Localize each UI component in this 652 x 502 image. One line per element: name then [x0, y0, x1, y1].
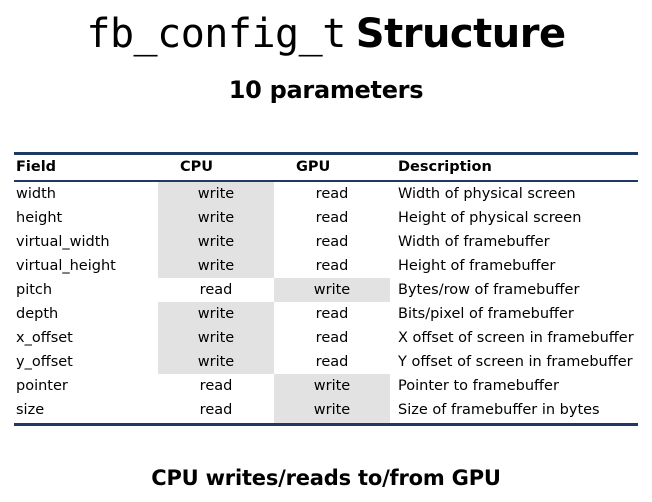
cell-gpu: write: [274, 374, 390, 398]
cell-cpu: write: [158, 254, 274, 278]
cell-gpu: read: [315, 330, 349, 346]
cell-field: pointer: [16, 378, 68, 394]
column-header-gpu: GPU: [274, 152, 390, 182]
cell-field: height: [16, 210, 63, 226]
column-header-cpu: CPU: [158, 152, 274, 182]
cell-gpu: read: [315, 354, 349, 370]
column-header-description: Description: [390, 152, 638, 182]
cell-field: width: [16, 186, 56, 202]
cell-cpu: write: [158, 230, 274, 254]
cell-field: pitch: [16, 282, 53, 298]
cell-cpu: write: [158, 206, 274, 230]
slide-root: fb_config_t Structure 10 parameters Field…: [0, 0, 652, 502]
table-row: virtual_height write read Height of framebu…: [14, 254, 638, 278]
table-row: width write read Width of physical screen: [14, 181, 638, 206]
cell-field: y_offset: [16, 354, 73, 370]
cell-cpu: read: [158, 398, 274, 426]
cell-gpu: read: [315, 306, 349, 322]
column-header-field: Field: [14, 152, 158, 182]
cell-description: Size of framebuffer in bytes: [390, 398, 638, 426]
cell-gpu: write: [274, 398, 390, 426]
fb-config-table: Field CPU GPU Description width write read…: [14, 152, 638, 426]
page-title-bold: Structure: [355, 11, 566, 57]
cell-gpu: read: [315, 258, 349, 274]
fb-config-table-wrapper: Field CPU GPU Description width write read…: [14, 152, 638, 426]
cell-cpu: write: [158, 350, 274, 374]
footer-caption: CPU writes/reads to/from GPU: [151, 466, 501, 490]
cell-field: size: [14, 398, 158, 426]
cell-cpu: read: [199, 378, 233, 394]
cell-field: virtual_height: [16, 258, 116, 274]
cell-description: Pointer to framebuffer: [398, 378, 559, 394]
table-header: Field CPU GPU Description: [14, 152, 638, 182]
cell-cpu: write: [158, 326, 274, 350]
cell-gpu: read: [315, 186, 349, 202]
cell-cpu: read: [199, 282, 233, 298]
cell-cpu: write: [158, 181, 274, 206]
cell-description: Height of physical screen: [398, 210, 582, 226]
cell-description: Y offset of screen in framebuffer: [398, 354, 633, 370]
cell-field: x_offset: [16, 330, 73, 346]
cell-description: X offset of screen in framebuffer: [398, 330, 634, 346]
cell-description: Width of framebuffer: [398, 234, 550, 250]
cell-field: depth: [16, 306, 59, 322]
cell-gpu: read: [315, 234, 349, 250]
page-subtitle: 10 parameters: [228, 76, 424, 104]
cell-field: virtual_width: [16, 234, 110, 250]
page-title-mono: fb_config_t: [86, 11, 346, 57]
cell-description: Bits/pixel of framebuffer: [398, 306, 574, 322]
cell-description: Height of framebuffer: [398, 258, 556, 274]
table-body: width write read Width of physical screen he…: [14, 181, 638, 426]
cell-description: Width of physical screen: [398, 186, 576, 202]
table-row: y_offset write read Y offset of screen in f…: [14, 350, 638, 374]
table-row: virtual_width write read Width of framebuff…: [14, 230, 638, 254]
table-header-row: Field CPU GPU Description: [14, 152, 638, 182]
table-row: x_offset write read X offset of screen in f…: [14, 326, 638, 350]
cell-gpu: read: [315, 210, 349, 226]
cell-gpu: write: [274, 278, 390, 302]
cell-cpu: write: [158, 302, 274, 326]
table-row: height write read Height of physical screen: [14, 206, 638, 230]
table-row: depth write read Bits/pixel of framebuffer: [14, 302, 638, 326]
table-row: size read write Size of framebuffer in byte…: [14, 398, 638, 426]
table-row: pitch read write Bytes/row of framebuffer: [14, 278, 638, 302]
table-row: pointer read write Pointer to framebuffer: [14, 374, 638, 398]
cell-description: Bytes/row of framebuffer: [398, 282, 580, 298]
page-title: fb_config_t Structure: [0, 0, 652, 54]
